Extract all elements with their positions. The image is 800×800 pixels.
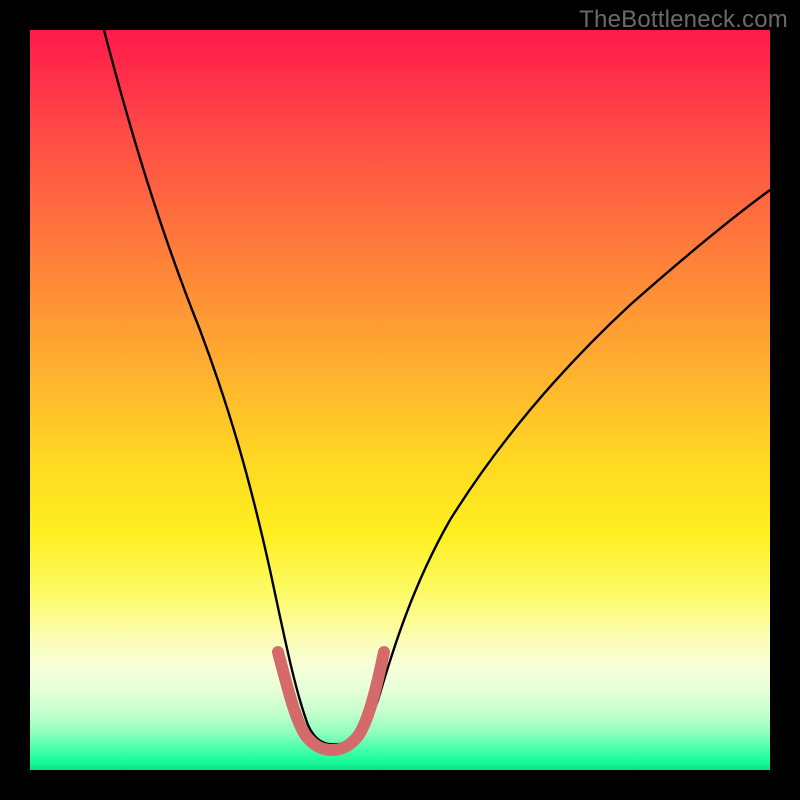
chart-frame: TheBottleneck.com [0, 0, 800, 800]
optimal-zone-marker [278, 652, 384, 750]
bottleneck-curve [104, 30, 770, 744]
watermark-text: TheBottleneck.com [579, 6, 788, 34]
plot-area [30, 30, 770, 770]
curve-layer [30, 30, 770, 770]
